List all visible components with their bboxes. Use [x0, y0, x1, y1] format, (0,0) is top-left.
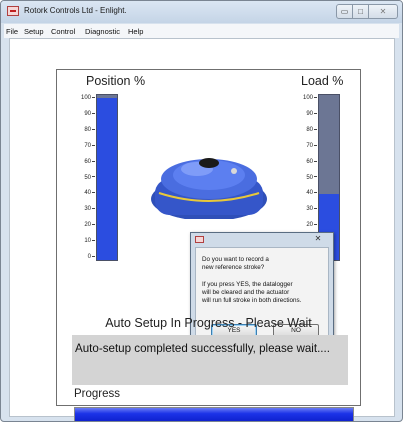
app-icon	[7, 6, 19, 16]
status-message: Auto-setup completed successfully, pleas…	[75, 342, 330, 355]
position-tick-label: 10	[84, 238, 95, 244]
dialog-app-icon	[195, 236, 204, 243]
load-tick-label: 30	[306, 206, 317, 212]
load-tick-label: 90	[306, 111, 317, 117]
maximize-button[interactable]: □	[352, 4, 369, 19]
load-tick-label: 70	[306, 143, 317, 149]
position-tick-label: 50	[84, 175, 95, 181]
actuator-image	[151, 158, 267, 219]
menu-control[interactable]: Control	[51, 27, 75, 36]
progress-label: Progress	[74, 388, 121, 400]
dialog-text-line: new reference stroke?	[202, 264, 265, 271]
position-tick-label: 20	[84, 222, 95, 228]
progress-bar-fill	[75, 408, 353, 421]
position-tick-label: 100	[81, 95, 95, 101]
position-gauge-fill	[97, 98, 117, 260]
position-tick-label: 60	[84, 159, 95, 165]
menu-file[interactable]: File	[6, 27, 18, 36]
load-tick-label: 50	[306, 175, 317, 181]
position-tick-label: 70	[84, 143, 95, 149]
client-area: Position % 100 90 80 70 60 50 40 30 20 10 0 Load %…	[9, 38, 395, 421]
auto-setup-panel: Position % 100 90 80 70 60 50 40 30 20 10 0 Load %…	[56, 69, 361, 421]
menu-bar: File Setup Control Diagnostic Help	[4, 24, 399, 38]
menu-setup[interactable]: Setup	[24, 27, 44, 36]
progress-bar	[74, 407, 354, 421]
position-tick-label: 80	[84, 127, 95, 133]
position-tick-label: 90	[84, 111, 95, 117]
menu-diagnostic[interactable]: Diagnostic	[85, 27, 120, 36]
position-tick-label: 30	[84, 206, 95, 212]
dialog-text-line: If you press YES, the datalogger	[202, 281, 293, 288]
position-tick-label: 0	[88, 254, 95, 260]
load-tick-label: 100	[303, 95, 317, 101]
status-message-box: Auto-setup completed successfully, pleas…	[72, 335, 348, 385]
minimize-button[interactable]: ▭	[336, 4, 353, 19]
window-title: Rotork Controls Ltd - Enlight.	[24, 6, 127, 15]
status-heading: Auto Setup In Progress - Please Wait	[105, 316, 312, 330]
title-bar[interactable]: Rotork Controls Ltd - Enlight. ▭ □ ✕	[1, 1, 402, 23]
close-button[interactable]: ✕	[368, 4, 398, 19]
dialog-close-button[interactable]: ✕	[307, 234, 329, 245]
dialog-text-line: will be cleared and the actuator	[202, 289, 290, 296]
load-tick-label: 40	[306, 190, 317, 196]
position-gauge-title: Position %	[86, 74, 146, 88]
load-tick-label: 60	[306, 159, 317, 165]
position-gauge	[96, 94, 118, 261]
load-tick-label: 80	[306, 127, 317, 133]
app-window: Rotork Controls Ltd - Enlight. ▭ □ ✕ Fil…	[0, 0, 403, 422]
menu-help[interactable]: Help	[128, 27, 143, 36]
dialog-text-line: will run full stroke in both directions.	[202, 297, 302, 304]
dialog-text-line: Do you want to record a	[202, 256, 269, 263]
load-tick-label: 20	[306, 222, 317, 228]
load-gauge-title: Load %	[301, 74, 344, 88]
position-tick-label: 40	[84, 190, 95, 196]
position-gauge-scale: 100 90 80 70 60 50 40 30 20 10 0	[65, 94, 95, 264]
